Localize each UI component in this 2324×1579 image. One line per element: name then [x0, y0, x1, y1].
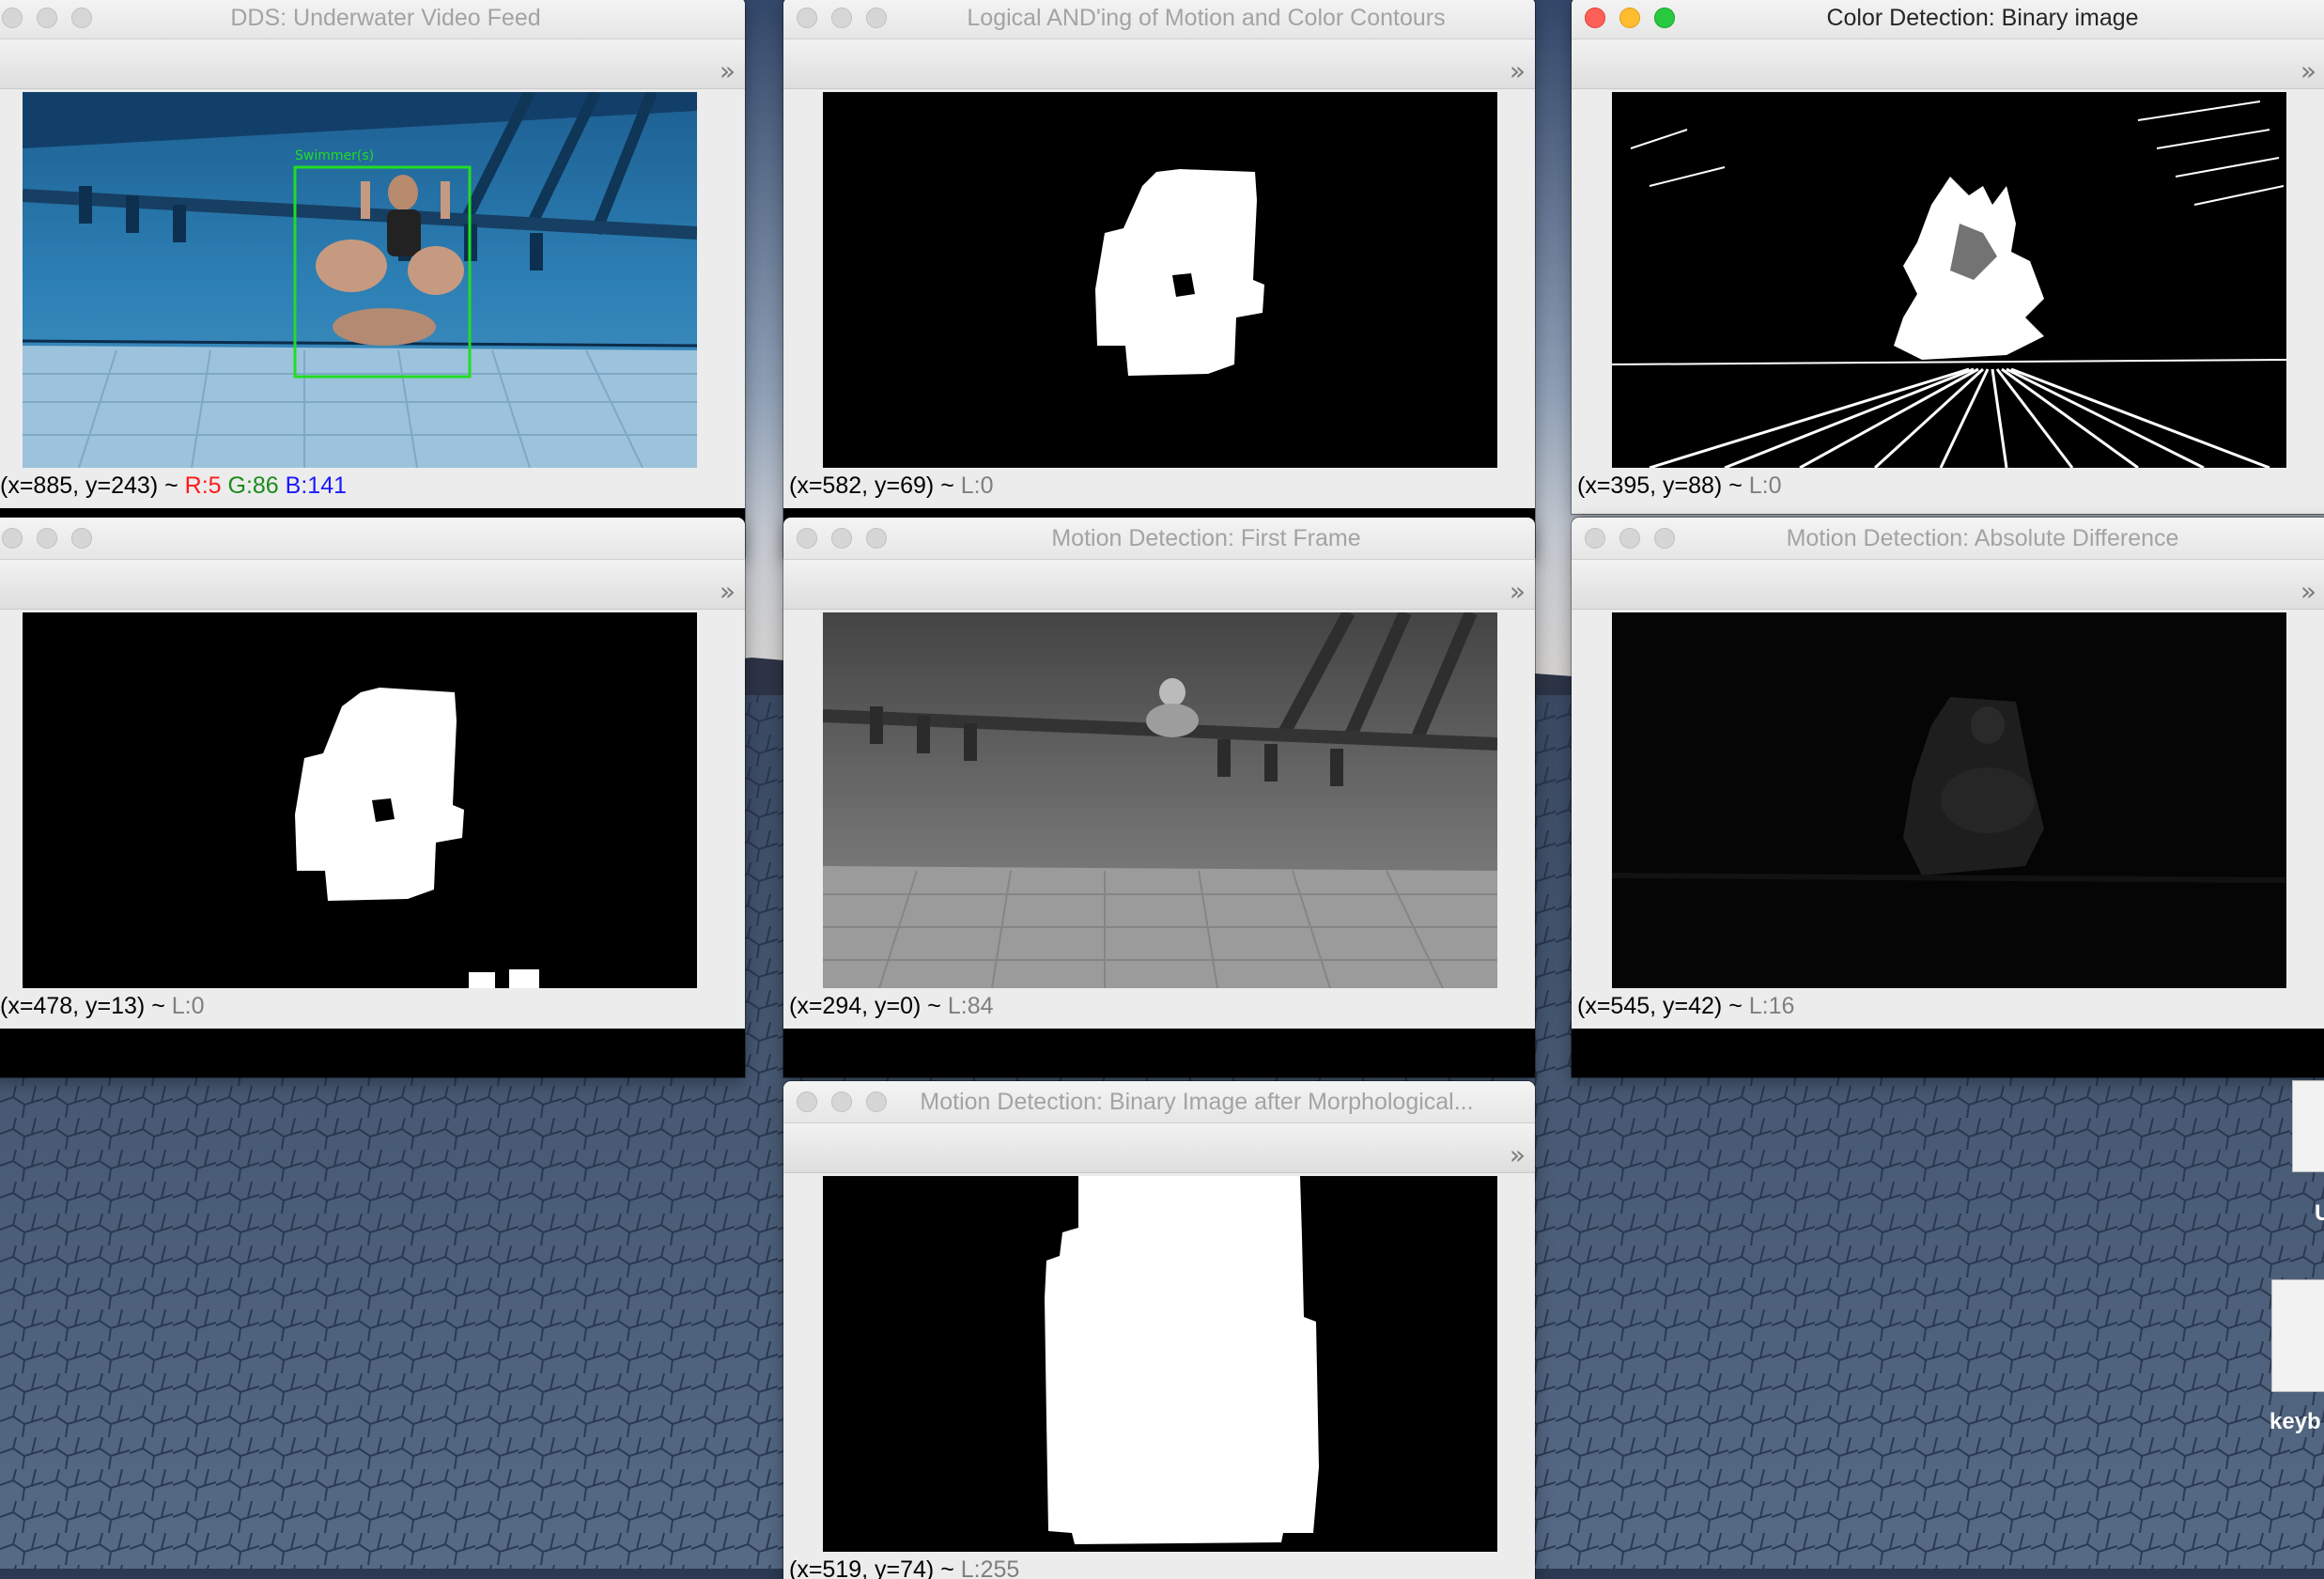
desktop-file-label[interactable]: keyb: [2270, 1409, 2321, 1435]
chevron-double-right-icon[interactable]: »: [2301, 55, 2316, 86]
chevron-double-right-icon[interactable]: »: [1510, 576, 1526, 607]
binary-frame[interactable]: [23, 612, 697, 988]
window-title: Motion Detection: Binary Image after Mor…: [920, 1089, 1474, 1115]
luminance-value: L:0: [960, 472, 994, 499]
status-line: (x=294, y=0) ~ L:84: [789, 993, 994, 1020]
zoom-button[interactable]: [71, 528, 92, 549]
toolbar: »: [783, 560, 1535, 610]
red-value: R:5: [184, 472, 222, 499]
window-title: Motion Detection: Absolute Difference: [1786, 525, 2179, 551]
window-contours[interactable]: » (x=478, y=13) ~ L:0: [0, 518, 745, 1077]
difference-frame[interactable]: [1612, 612, 2286, 988]
grayscale-frame[interactable]: [823, 612, 1497, 988]
window-bottom-area: [1572, 1029, 2324, 1077]
binary-frame[interactable]: [823, 92, 1497, 468]
window-absolute-difference[interactable]: Motion Detection: Absolute Difference » …: [1572, 518, 2324, 1077]
close-button[interactable]: [797, 1091, 817, 1112]
close-button[interactable]: [797, 528, 817, 549]
cursor-coordinates: (x=294, y=0) ~: [789, 993, 948, 1019]
close-button[interactable]: [1585, 8, 1605, 28]
video-frame[interactable]: Swimmer(s): [23, 92, 697, 468]
detection-label: Swimmer(s): [295, 148, 374, 163]
toolbar: »: [783, 1123, 1535, 1173]
minimize-button[interactable]: [37, 528, 57, 549]
title-bar[interactable]: Logical AND'ing of Motion and Color Cont…: [783, 0, 1535, 39]
toolbar: »: [1572, 39, 2324, 89]
close-button[interactable]: [797, 8, 817, 28]
title-bar[interactable]: [0, 518, 745, 560]
minimize-button[interactable]: [1619, 528, 1640, 549]
cursor-coordinates: (x=478, y=13) ~: [0, 993, 172, 1019]
title-bar[interactable]: Motion Detection: First Frame: [783, 518, 1535, 560]
zoom-button[interactable]: [866, 528, 887, 549]
luminance-value: L:255: [960, 1556, 1020, 1579]
toolbar: »: [0, 560, 745, 610]
zoom-button[interactable]: [866, 1091, 887, 1112]
green-value: G:86: [227, 472, 279, 499]
desktop-file-icon[interactable]: [2292, 1080, 2324, 1172]
window-bottom-area: [0, 1029, 745, 1077]
toolbar: »: [0, 39, 745, 89]
window-bottom-area: [783, 1029, 1535, 1077]
luminance-value: L:84: [947, 993, 994, 1019]
luminance-value: L:0: [171, 993, 205, 1019]
status-line: (x=582, y=69) ~ L:0: [789, 472, 994, 500]
chevron-double-right-icon[interactable]: »: [2301, 576, 2316, 607]
minimize-button[interactable]: [831, 8, 852, 28]
window-title: DDS: Underwater Video Feed: [230, 5, 541, 31]
title-bar[interactable]: DDS: Underwater Video Feed: [0, 0, 745, 39]
minimize-button[interactable]: [1619, 8, 1640, 28]
toolbar: »: [1572, 560, 2324, 610]
cursor-coordinates: (x=582, y=69) ~: [789, 472, 961, 499]
window-underwater-video-feed[interactable]: DDS: Underwater Video Feed » Swimmer(s) …: [0, 0, 745, 557]
zoom-button[interactable]: [1654, 528, 1675, 549]
binary-frame[interactable]: [1612, 92, 2286, 468]
status-line: (x=519, y=74) ~ L:255: [789, 1556, 1019, 1579]
chevron-double-right-icon[interactable]: »: [720, 576, 736, 607]
title-bar[interactable]: Motion Detection: Absolute Difference: [1572, 518, 2324, 560]
zoom-button[interactable]: [1654, 8, 1675, 28]
title-bar[interactable]: Motion Detection: Binary Image after Mor…: [783, 1081, 1535, 1123]
desktop-file-label[interactable]: U: [2315, 1200, 2324, 1227]
window-first-frame[interactable]: Motion Detection: First Frame » (x=294, …: [783, 518, 1535, 1077]
status-line: (x=545, y=42) ~ L:16: [1577, 993, 1794, 1020]
binary-frame[interactable]: [823, 1176, 1497, 1552]
close-button[interactable]: [2, 8, 23, 28]
window-logical-and[interactable]: Logical AND'ing of Motion and Color Cont…: [783, 0, 1535, 557]
cursor-coordinates: (x=545, y=42) ~: [1577, 993, 1749, 1019]
status-line: (x=395, y=88) ~ L:0: [1577, 472, 1782, 500]
status-line: (x=478, y=13) ~ L:0: [0, 993, 205, 1020]
chevron-double-right-icon[interactable]: »: [1510, 1139, 1526, 1170]
title-bar[interactable]: Color Detection: Binary image: [1572, 0, 2324, 39]
status-line: (x=885, y=243) ~ R:5 G:86 B:141: [0, 472, 347, 500]
window-morphological[interactable]: Motion Detection: Binary Image after Mor…: [783, 1081, 1535, 1579]
luminance-value: L:0: [1748, 472, 1782, 499]
toolbar: »: [783, 39, 1535, 89]
window-title: Color Detection: Binary image: [1826, 5, 2139, 31]
chevron-double-right-icon[interactable]: »: [1510, 55, 1526, 86]
close-button[interactable]: [1585, 528, 1605, 549]
cursor-coordinates: (x=519, y=74) ~: [789, 1556, 961, 1579]
luminance-value: L:16: [1748, 993, 1795, 1019]
minimize-button[interactable]: [831, 1091, 852, 1112]
cursor-coordinates: (x=885, y=243) ~: [0, 472, 185, 499]
window-color-detection[interactable]: Color Detection: Binary image » (x=395, …: [1572, 0, 2324, 514]
desktop-file-icon[interactable]: [2271, 1279, 2324, 1392]
window-title: Motion Detection: First Frame: [1051, 525, 1361, 551]
minimize-button[interactable]: [831, 528, 852, 549]
chevron-double-right-icon[interactable]: »: [720, 55, 736, 86]
blue-value: B:141: [285, 472, 348, 499]
cursor-coordinates: (x=395, y=88) ~: [1577, 472, 1749, 499]
close-button[interactable]: [2, 528, 23, 549]
window-title: Logical AND'ing of Motion and Color Cont…: [967, 5, 1446, 31]
zoom-button[interactable]: [866, 8, 887, 28]
